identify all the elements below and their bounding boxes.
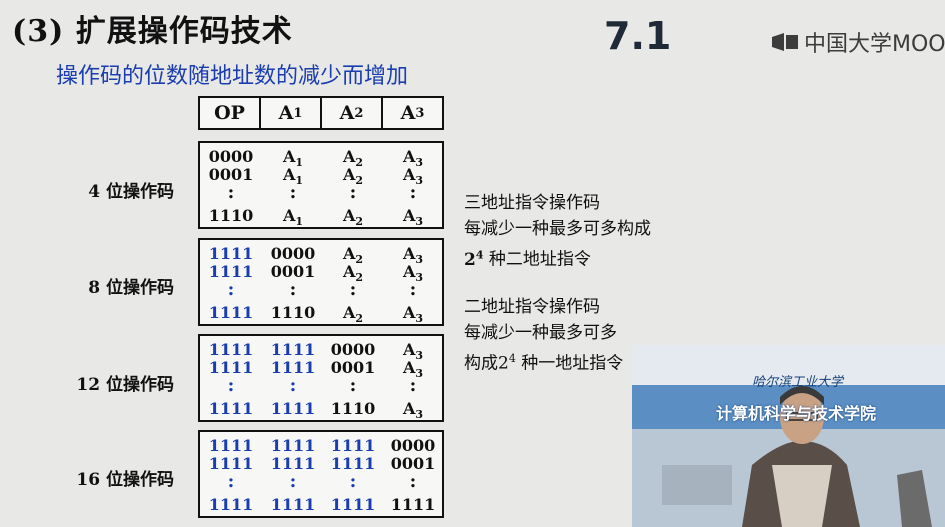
opcode-cell: :	[227, 182, 235, 203]
group-column: A2 A2: A2	[324, 240, 386, 326]
opcode-cell: 0000	[208, 147, 254, 166]
section-number: 7.1	[604, 14, 672, 58]
opcode-cell: :	[349, 375, 357, 396]
opcode-cell: 1111	[330, 495, 376, 514]
opcode-cell: 1111	[270, 436, 316, 455]
header-a2: A2	[322, 98, 383, 128]
opcode-cell: A3	[402, 399, 424, 422]
group-label-4bit: 4 位操作码	[88, 182, 174, 202]
brand-logo: 中国大学MOOC	[770, 26, 945, 58]
mooc-logo-icon	[772, 33, 798, 51]
group-column: 1111 1111:1111	[202, 432, 264, 516]
opcode-cell: :	[289, 182, 297, 203]
slide: (3) 扩展操作码技术 操作码的位数随地址数的减少而增加 7.1 中国大学MOO…	[0, 0, 945, 527]
group-column: A2 A2: A2	[324, 143, 386, 229]
opcode-cell: :	[409, 182, 417, 203]
opcode-cell: 1111	[208, 399, 254, 418]
opcode-cell: :	[349, 279, 357, 300]
group-column: 1111 1111:1111	[324, 432, 386, 516]
header-a1: A1	[261, 98, 322, 128]
opcode-group-16bit: 1111 1111:1111 1111 1111:1111 1111 1111:1111 0…	[198, 430, 444, 518]
group-column: A3 A3: A3	[384, 143, 446, 229]
opcode-cell: 1111	[390, 495, 436, 514]
opcode-group-12bit: 1111 1111:1111 1111 1111:1111 0000 0001:1110 A…	[198, 334, 444, 422]
group-column: 1111 1111:1111	[202, 336, 264, 420]
opcode-cell: :	[349, 182, 357, 203]
opcode-cell: 1111	[208, 495, 254, 514]
opcode-cell: A1	[282, 206, 304, 229]
opcode-cell: :	[409, 279, 417, 300]
opcode-cell: :	[227, 471, 235, 492]
group-column: 0000 0001:1110	[264, 240, 326, 324]
opcode-cell: A3	[402, 303, 424, 326]
opcode-cell: 1111	[270, 340, 316, 359]
opcode-cell: 0000	[270, 244, 316, 263]
note-three-address: 三地址指令操作码 每减少一种最多可多构成 24 种二地址指令	[464, 193, 651, 270]
opcode-cell: 1111	[208, 303, 254, 322]
note-two-address: 二地址指令操作码 每减少一种最多可多 构成24 种一地址指令	[464, 297, 624, 374]
lecturer-video[interactable]: 哈尔滨工业大学 计算机科学与技术学院	[632, 345, 945, 527]
brand-name: 中国大学MOOC	[804, 32, 945, 57]
opcode-cell: A2	[342, 303, 364, 326]
opcode-group-8bit: 1111 1111:1111 0000 0001:1110 A2 A2: A2 A3 A3: A3	[198, 238, 444, 326]
opcode-cell: 1111	[208, 436, 254, 455]
video-caption-college: 计算机科学与技术学院	[716, 404, 877, 423]
slide-subtitle: 操作码的位数随地址数的减少而增加	[56, 64, 409, 89]
opcode-cell: 1110	[270, 303, 316, 322]
opcode-cell: 1111	[270, 495, 316, 514]
header-a3: A3	[400, 102, 425, 124]
opcode-cell: 1111	[208, 244, 254, 263]
opcode-cell: :	[349, 471, 357, 492]
opcode-group-4bit: 0000 0001:1110 A1 A1: A1 A2 A2: A2 A3 A3: A3	[198, 141, 444, 229]
group-column: 0000 0001:1110	[202, 143, 264, 227]
group-label-16bit: 16 位操作码	[76, 470, 174, 490]
video-caption-university: 哈尔滨工业大学	[752, 375, 844, 390]
opcode-cell: :	[289, 375, 297, 396]
group-label-12bit: 12 位操作码	[76, 375, 174, 395]
group-label-8bit: 8 位操作码	[88, 278, 174, 298]
format-header: OP A1 A2 A3	[198, 96, 444, 130]
opcode-cell: :	[289, 279, 297, 300]
header-op: OP	[200, 98, 261, 128]
opcode-cell: 1111	[330, 436, 376, 455]
opcode-cell: A2	[342, 206, 364, 229]
opcode-cell: :	[289, 471, 297, 492]
opcode-cell: 0000	[330, 340, 376, 359]
opcode-cell: 1110	[208, 206, 254, 225]
slide-title: (3) 扩展操作码技术	[12, 14, 293, 49]
group-column: A3 A3: A3	[384, 240, 446, 326]
opcode-cell: :	[227, 279, 235, 300]
opcode-cell: 1111	[270, 399, 316, 418]
opcode-cell: :	[227, 375, 235, 396]
opcode-cell: 1111	[208, 340, 254, 359]
opcode-cell: :	[409, 375, 417, 396]
group-column: 0000 0001:1111	[384, 432, 446, 516]
opcode-cell: 1110	[330, 399, 376, 418]
group-column: A1 A1: A1	[264, 143, 326, 229]
opcode-cell: 0000	[390, 436, 436, 455]
opcode-cell: :	[409, 471, 417, 492]
group-column: 1111 1111:1111	[264, 432, 326, 516]
opcode-cell: A3	[402, 206, 424, 229]
group-column: 1111 1111:1111	[264, 336, 326, 420]
group-column: A3 A3: A3	[384, 336, 446, 422]
group-column: 0000 0001:1110	[324, 336, 386, 420]
group-column: 1111 1111:1111	[202, 240, 264, 324]
